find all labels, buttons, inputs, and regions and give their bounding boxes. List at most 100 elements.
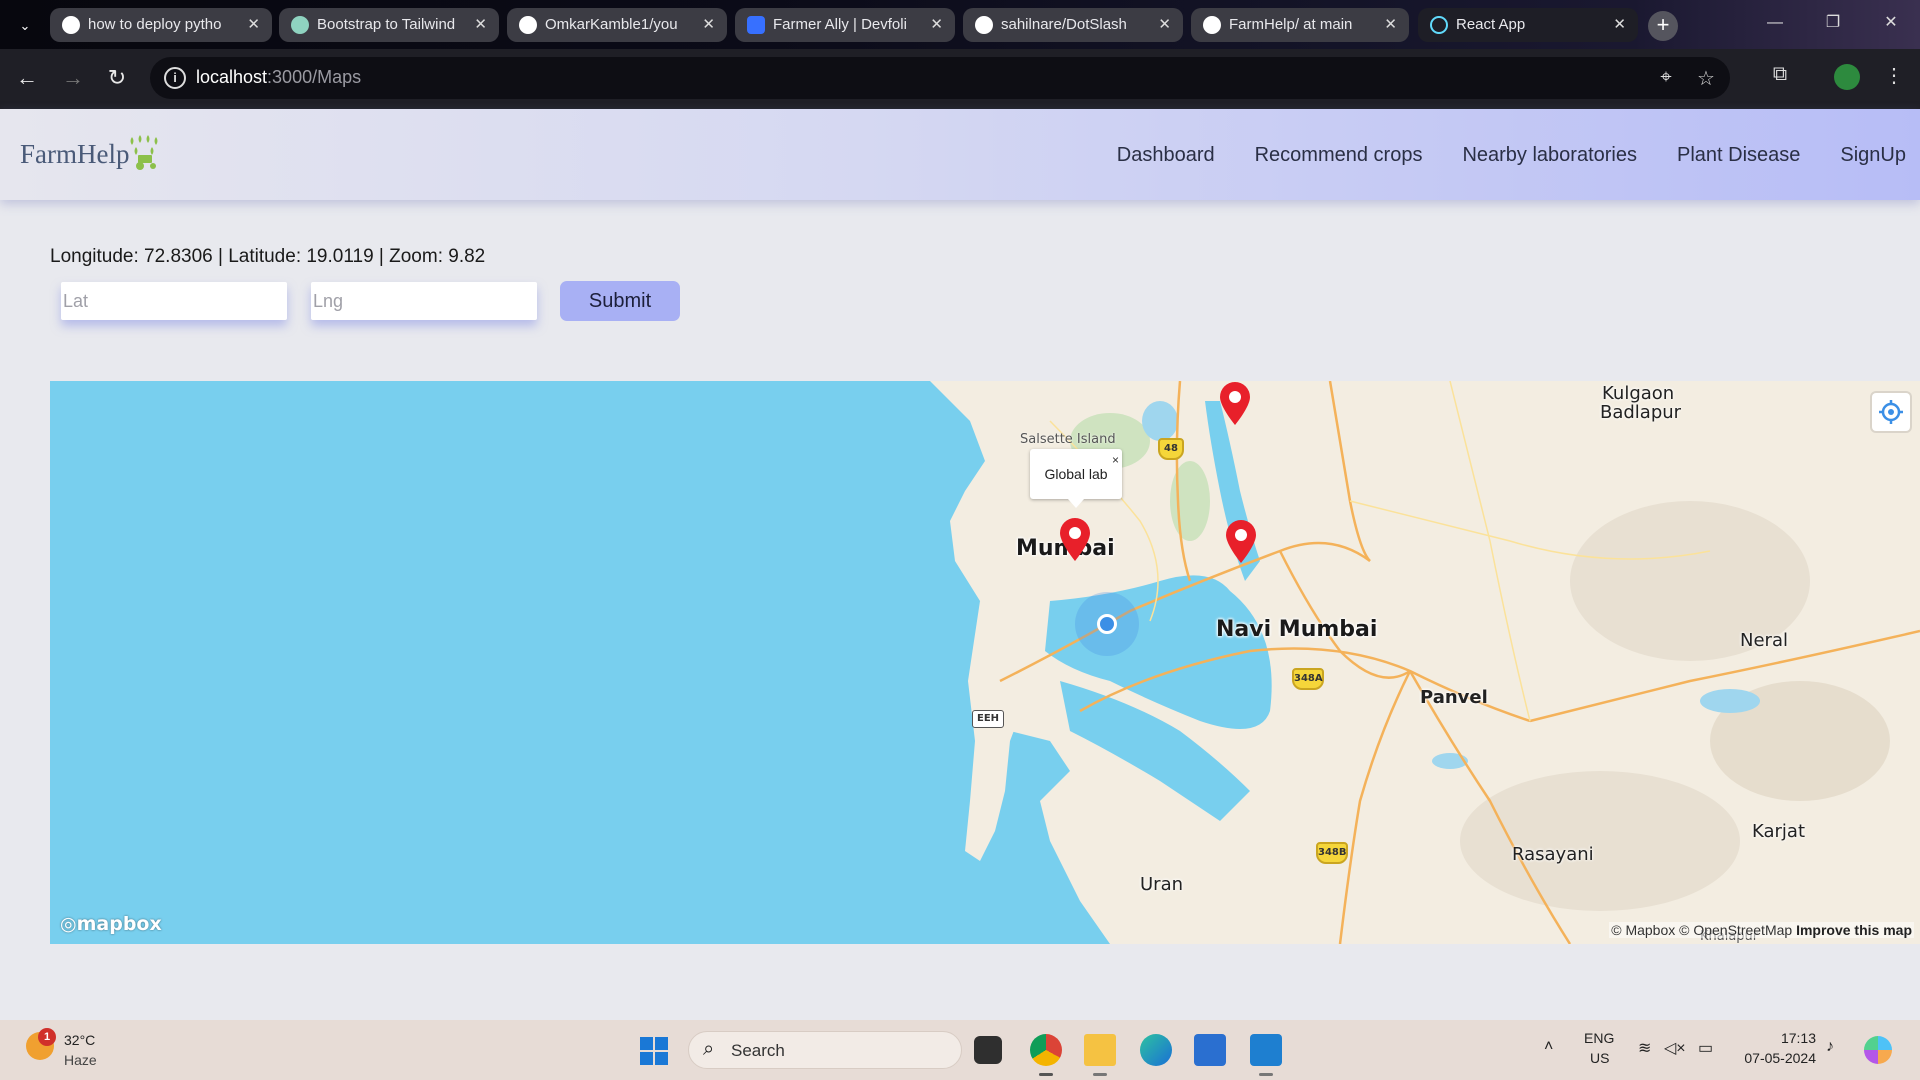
weather-temperature[interactable]: 32°C bbox=[64, 1032, 95, 1048]
tab-7-active[interactable]: React App ✕ bbox=[1418, 8, 1638, 42]
tab-3[interactable]: OmkarKamble1/you ✕ bbox=[507, 8, 727, 42]
mapbox-logo-text: mapbox bbox=[76, 913, 162, 935]
wifi-icon[interactable]: ≋ bbox=[1638, 1038, 1651, 1058]
map-canvas[interactable]: Salsette Island Mumbai Navi Mumbai Panve… bbox=[50, 381, 1920, 944]
clock-date[interactable]: 07-05-2024 bbox=[1722, 1050, 1816, 1066]
map-marker-pin-icon[interactable] bbox=[1218, 381, 1252, 425]
chrome-icon[interactable] bbox=[1030, 1034, 1062, 1066]
tab-title: OmkarKamble1/you bbox=[545, 16, 678, 33]
map-label-rasayani: Rasayani bbox=[1512, 844, 1594, 865]
forward-arrow-icon[interactable]: → bbox=[58, 63, 88, 93]
tab-title: sahilnare/DotSlash bbox=[1001, 16, 1127, 33]
app-indicator bbox=[1093, 1073, 1107, 1076]
map-label-navi-mumbai: Navi Mumbai bbox=[1216, 617, 1378, 642]
attribution-text[interactable]: © Mapbox © OpenStreetMap bbox=[1611, 922, 1792, 938]
taskbar-search-box[interactable]: ⌕ Search bbox=[688, 1031, 962, 1069]
nav-dashboard[interactable]: Dashboard bbox=[1117, 144, 1215, 167]
mapbox-logo[interactable]: ◎mapbox bbox=[60, 913, 162, 935]
close-icon[interactable]: ✕ bbox=[1613, 8, 1626, 42]
lat-input[interactable] bbox=[61, 282, 287, 320]
menu-kebab-icon[interactable]: ⋮ bbox=[1880, 63, 1908, 91]
url-text[interactable]: localhost:3000/Maps bbox=[196, 67, 361, 88]
close-icon[interactable]: ✕ bbox=[1158, 8, 1171, 42]
bookmark-star-icon[interactable]: ☆ bbox=[1694, 66, 1718, 90]
input-language[interactable]: ENG bbox=[1584, 1030, 1614, 1046]
tab-title: React App bbox=[1456, 16, 1526, 33]
popup-tip bbox=[1068, 499, 1084, 508]
notification-bell-icon[interactable]: ♪ bbox=[1826, 1038, 1834, 1056]
vscode-icon[interactable] bbox=[1250, 1034, 1282, 1066]
site-info-icon[interactable]: i bbox=[164, 67, 186, 89]
tab-title: FarmHelp/ at main bbox=[1229, 16, 1353, 33]
search-placeholder: Search bbox=[731, 1041, 785, 1060]
geolocate-button[interactable] bbox=[1872, 393, 1910, 431]
notification-badge: 1 bbox=[38, 1028, 56, 1046]
copilot-icon[interactable] bbox=[1864, 1036, 1892, 1064]
improve-map-link[interactable]: Improve this map bbox=[1796, 922, 1912, 938]
crosshair-icon bbox=[1879, 400, 1903, 424]
profile-avatar-icon[interactable] bbox=[1834, 64, 1860, 90]
reload-icon[interactable]: ↻ bbox=[102, 63, 132, 93]
tab-1[interactable]: how to deploy pytho ✕ bbox=[50, 8, 272, 42]
file-explorer-icon[interactable] bbox=[1084, 1034, 1116, 1066]
nav-signup[interactable]: SignUp bbox=[1840, 144, 1906, 167]
marker-popup: Global lab × bbox=[1030, 449, 1122, 508]
back-arrow-icon[interactable]: ← bbox=[12, 63, 42, 93]
tab-2[interactable]: Bootstrap to Tailwind ✕ bbox=[279, 8, 499, 42]
highway-shield: 48 bbox=[1158, 438, 1184, 460]
map-label-kulgaon: Kulgaon bbox=[1602, 383, 1675, 404]
popup-close-button[interactable]: × bbox=[1112, 435, 1119, 485]
tab-title: how to deploy pytho bbox=[88, 16, 222, 33]
highway-shield: 348B bbox=[1316, 842, 1348, 864]
close-icon[interactable]: ✕ bbox=[247, 8, 260, 42]
location-pin-icon[interactable]: ⌖ bbox=[1654, 66, 1678, 90]
tab-6[interactable]: FarmHelp/ at main ✕ bbox=[1191, 8, 1409, 42]
active-app-indicator bbox=[1039, 1073, 1053, 1076]
popup-text: Global lab bbox=[1044, 466, 1108, 482]
react-icon bbox=[1430, 16, 1448, 34]
map-attribution[interactable]: © Mapbox © OpenStreetMap Improve this ma… bbox=[1609, 922, 1914, 938]
map-marker-pin-icon[interactable] bbox=[1224, 519, 1258, 563]
tab-title: Farmer Ally | Devfoli bbox=[773, 16, 907, 33]
nav-plant-disease[interactable]: Plant Disease bbox=[1677, 144, 1800, 167]
nav-links: Dashboard Recommend crops Nearby laborat… bbox=[1117, 144, 1906, 167]
new-tab-button[interactable]: + bbox=[1648, 11, 1678, 41]
tab-4[interactable]: Farmer Ally | Devfoli ✕ bbox=[735, 8, 955, 42]
github-icon bbox=[1203, 16, 1221, 34]
submit-button[interactable]: Submit bbox=[560, 281, 680, 321]
close-icon[interactable]: ✕ bbox=[930, 8, 943, 42]
extensions-icon[interactable]: ⧉ bbox=[1766, 63, 1794, 91]
map-marker-pin-icon[interactable] bbox=[1058, 517, 1092, 561]
lng-input[interactable] bbox=[311, 282, 537, 320]
minimize-icon[interactable]: — bbox=[1752, 0, 1798, 49]
tab-search-chevron-icon[interactable]: ⌄ bbox=[12, 13, 38, 39]
microsoft-store-icon[interactable] bbox=[1194, 1034, 1226, 1066]
tractor-logo-icon bbox=[130, 135, 158, 170]
tab-5[interactable]: sahilnare/DotSlash ✕ bbox=[963, 8, 1183, 42]
map-label-uran: Uran bbox=[1140, 874, 1184, 895]
highway-shield: 348A bbox=[1292, 668, 1324, 690]
nav-nearby-laboratories[interactable]: Nearby laboratories bbox=[1462, 144, 1637, 167]
nav-recommend-crops[interactable]: Recommend crops bbox=[1255, 144, 1423, 167]
chevron-up-icon[interactable]: ˄ bbox=[1544, 1038, 1553, 1056]
edge-icon[interactable] bbox=[1140, 1034, 1172, 1066]
task-view-icon[interactable] bbox=[974, 1036, 1002, 1064]
close-icon[interactable]: ✕ bbox=[1384, 8, 1397, 42]
windows-start-icon[interactable] bbox=[640, 1037, 668, 1065]
brand-name[interactable]: FarmHelp bbox=[20, 139, 129, 170]
app-navbar: FarmHelp Dashboard Recommend crops Nearb… bbox=[0, 109, 1920, 200]
battery-icon[interactable]: ▭ bbox=[1698, 1038, 1713, 1058]
clock-time[interactable]: 17:13 bbox=[1752, 1030, 1816, 1046]
browser-tab-strip: ⌄ how to deploy pytho ✕ Bootstrap to Tai… bbox=[0, 0, 1920, 49]
input-region[interactable]: US bbox=[1590, 1050, 1609, 1066]
map-label-panvel: Panvel bbox=[1420, 687, 1488, 708]
close-icon[interactable]: ✕ bbox=[474, 8, 487, 42]
close-window-icon[interactable]: ✕ bbox=[1868, 0, 1914, 49]
restore-icon[interactable]: ❐ bbox=[1810, 0, 1856, 49]
close-icon[interactable]: ✕ bbox=[702, 8, 715, 42]
speaker-muted-icon[interactable]: ◁× bbox=[1664, 1038, 1686, 1058]
weather-condition[interactable]: Haze bbox=[64, 1052, 97, 1068]
user-location-dot[interactable] bbox=[1097, 614, 1117, 634]
coordinates-readout: Longitude: 72.8306 | Latitude: 19.0119 |… bbox=[50, 246, 486, 267]
address-bar[interactable]: i localhost:3000/Maps ⌖ ☆ bbox=[150, 57, 1730, 99]
